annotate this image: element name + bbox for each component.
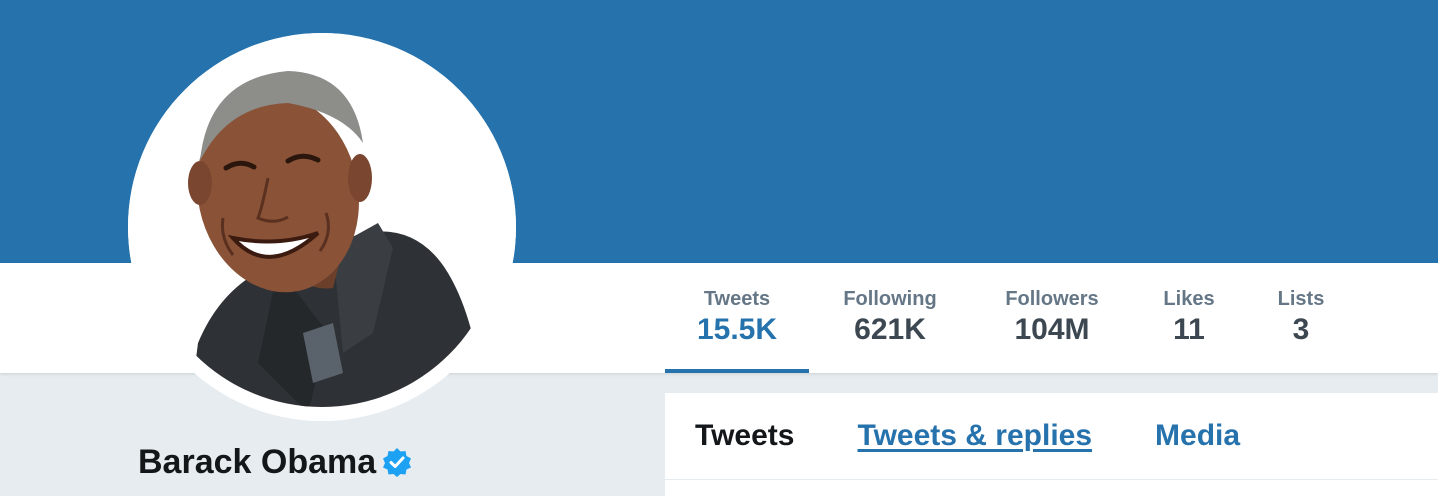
stat-label: Tweets xyxy=(703,288,771,310)
stat-label: Followers xyxy=(1005,288,1099,310)
stat-tweets[interactable]: Tweets 15.5K xyxy=(665,263,809,373)
stat-value: 621K xyxy=(854,313,926,346)
timeline-card: Tweets Tweets & replies Media xyxy=(665,393,1438,496)
avatar[interactable] xyxy=(128,33,516,421)
stat-value: 11 xyxy=(1173,313,1205,346)
tab-tweets[interactable]: Tweets xyxy=(695,418,794,454)
stat-value: 3 xyxy=(1292,313,1310,346)
profile-name[interactable]: Barack Obama xyxy=(138,442,412,482)
verified-badge-icon xyxy=(383,448,412,477)
stat-followers[interactable]: Followers 104M xyxy=(971,263,1133,373)
profile-name-text: Barack Obama xyxy=(138,443,377,481)
stat-label: Lists xyxy=(1277,288,1325,310)
stat-label: Likes xyxy=(1163,288,1215,310)
stat-value: 15.5K xyxy=(696,313,778,346)
stat-value: 104M xyxy=(1014,313,1090,346)
profile-photo xyxy=(128,33,516,421)
stat-likes[interactable]: Likes 11 xyxy=(1133,263,1245,373)
tab-tweets-and-replies[interactable]: Tweets & replies xyxy=(857,418,1092,454)
stat-following[interactable]: Following 621K xyxy=(809,263,971,373)
tab-media[interactable]: Media xyxy=(1155,418,1240,454)
stat-lists[interactable]: Lists 3 xyxy=(1245,263,1357,373)
profile-stats: Tweets 15.5K Following 621K Followers 10… xyxy=(665,263,1357,373)
timeline-tabs: Tweets Tweets & replies Media xyxy=(665,393,1438,480)
stat-label: Following xyxy=(843,288,937,310)
